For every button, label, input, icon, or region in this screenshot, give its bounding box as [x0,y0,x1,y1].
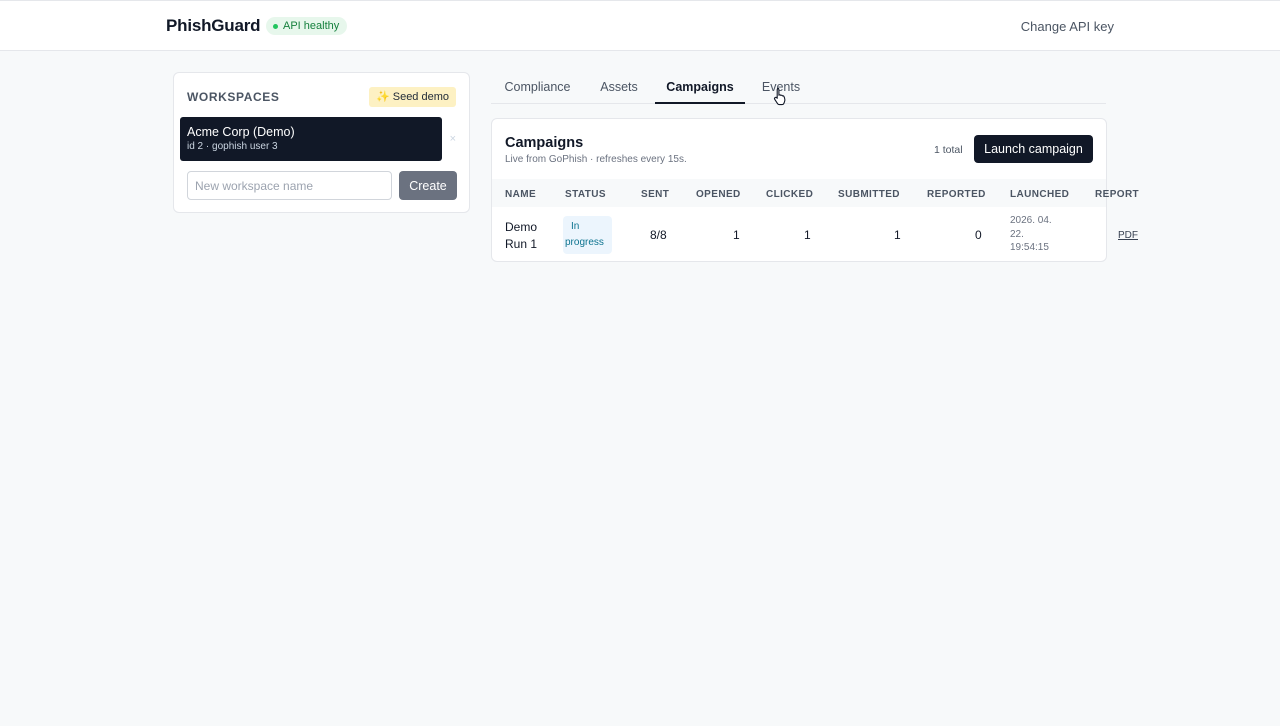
status-line: progress [565,237,604,248]
seed-demo-label: Seed demo [392,91,449,103]
column-header-reported[interactable]: REPORTED [927,189,986,200]
workspace-item-acme[interactable]: Acme Corp (Demo) id 2 · gophish user 3 [180,117,442,161]
status-line: In [571,221,580,232]
column-header-opened[interactable]: OPENED [696,189,741,200]
workspaces-panel: WORKSPACES ✨ Seed demo Acme Corp (Demo) … [173,72,470,213]
seed-demo-button[interactable]: ✨ Seed demo [369,87,456,107]
status-badge: In progress [563,216,612,254]
main-tabs: Compliance Assets Campaigns Events [491,72,1106,104]
cell-launched: 2026. 04. 22. 19:54:15 [1010,214,1062,255]
new-workspace-input[interactable] [187,171,392,200]
hand-cursor-icon [774,87,786,106]
launched-line: 2026. 04. [1010,215,1052,226]
launch-campaign-button[interactable]: Launch campaign [974,135,1093,163]
column-header-status[interactable]: STATUS [565,189,606,200]
campaign-name-line: Run 1 [505,237,538,251]
campaigns-title: Campaigns [505,135,584,151]
column-header-clicked[interactable]: CLICKED [766,189,813,200]
workspaces-title: WORKSPACES [187,90,280,104]
campaign-name: Demo Run 1 [505,219,537,253]
tab-assets[interactable]: Assets [599,72,639,104]
remove-workspace-icon[interactable]: × [450,133,456,145]
campaign-name-line: Demo [505,220,538,234]
cell-sent: 8/8 [650,228,667,242]
campaigns-panel: Campaigns Live from GoPhish · refreshes … [491,118,1139,262]
status-dot-icon [273,23,278,29]
column-header-report[interactable]: REPORT [1095,189,1139,200]
create-workspace-button[interactable]: Create [399,171,457,200]
launched-line: 22. [1010,228,1024,240]
campaigns-subtitle: Live from GoPhish · refreshes every 15s. [505,154,687,165]
cell-submitted: 1 [894,228,901,242]
cell-opened: 1 [733,228,740,242]
cell-reported: 0 [975,228,982,242]
brand-logo[interactable]: PhishGuard [166,16,261,36]
tab-compliance[interactable]: Compliance [504,72,571,104]
campaigns-total: 1 total [934,144,963,156]
top-bar: PhishGuard API healthy Change API key [0,0,1280,51]
api-health-label: API healthy [283,20,340,32]
launched-line: 19:54:15 [1010,242,1049,253]
change-api-key-link[interactable]: Change API key [1021,19,1114,34]
sparkle-icon: ✨ [376,91,390,103]
column-header-name[interactable]: NAME [505,189,536,200]
workspace-subtitle: id 2 · gophish user 3 [187,141,278,152]
column-header-sent[interactable]: SENT [641,189,669,200]
workspace-name: Acme Corp (Demo) [187,125,295,139]
column-header-launched[interactable]: LAUNCHED [1010,189,1069,200]
column-header-submitted[interactable]: SUBMITTED [838,189,900,200]
pdf-report-link[interactable]: PDF [1118,230,1138,241]
api-health-badge: API healthy [266,17,348,35]
tab-campaigns[interactable]: Campaigns [655,72,745,104]
cell-clicked: 1 [804,228,811,242]
